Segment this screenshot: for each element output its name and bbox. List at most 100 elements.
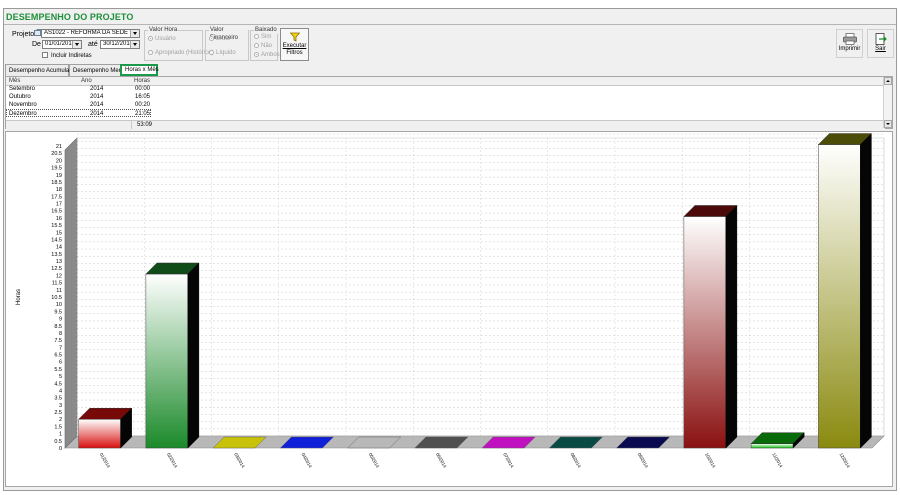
radio-label: Não [261,43,273,49]
bar-11/2014 [750,443,794,449]
x-tick-label: 12/2014 [839,452,852,469]
baixado-title: Baixado [254,26,278,34]
y-tick-label: 8.5 [54,324,62,330]
chevron-down-icon [72,41,81,48]
y-tick-label: 4.5 [54,381,62,387]
y-tick-label: 18.5 [51,180,62,186]
y-tick-label: 5 [59,374,62,380]
y-tick-label: 5.5 [54,367,62,373]
y-tick-label: 20 [56,158,62,164]
radio-label: Líquido [216,50,236,56]
y-tick-label: 2 [59,417,62,423]
baixado-sim-radio[interactable]: Sim [254,34,271,40]
y-tick-label: 13 [56,259,62,265]
grid-scrollbar[interactable] [883,77,892,128]
projeto-select[interactable]: AS1022 - REFORMA DA SEDE [41,29,140,38]
filtros-label: Filtros [286,50,303,56]
column-header-horas[interactable]: Horas [134,77,150,85]
y-tick-label: 16.5 [51,209,62,215]
radio-label: Bruto [216,36,231,42]
grid-footer: 53:09 [6,120,885,129]
valor-financeiro-bruto-radio[interactable]: Bruto [209,36,230,42]
y-tick-label: 10 [56,302,62,308]
cell-horas: 21:05 [134,111,150,117]
y-tick-label: 12 [56,273,62,279]
y-tick-label: 11 [56,288,62,294]
radio-icon [148,36,153,41]
scroll-up-button[interactable] [884,77,892,85]
window-title: DESEMPENHO DO PROJETO [6,12,134,22]
chevron-up-icon [886,80,890,82]
ate-date-value: 30/12/2014 [103,41,134,47]
tab-horas-x-mes[interactable]: Horas x Mês [120,64,159,76]
ate-date-picker[interactable]: 30/12/2014 [100,40,140,49]
cell-mes: Outubro [9,94,31,100]
x-tick-label: 11/2014 [771,452,784,469]
radio-label: Ambos [261,52,280,58]
y-tick-label: 15.5 [51,223,62,229]
x-tick-label: 01/2014 [99,452,112,469]
chevron-down-icon [886,123,890,125]
scroll-down-button[interactable] [884,120,892,128]
de-date-picker[interactable]: 01/01/2014 [42,40,82,49]
baixado-ambos-radio[interactable]: Ambos [254,52,280,58]
valor-hora-apropriado-radio[interactable]: Apropriado (Histórico) [148,50,213,56]
funnel-icon [289,32,300,42]
bar-10/2014 [683,216,727,449]
y-tick-label: 9.5 [54,309,62,315]
x-tick-label: 10/2014 [704,452,717,469]
radio-label: Usuário [155,36,176,42]
cell-mes: Setembro [9,86,36,92]
y-tick-label: 15 [56,230,62,236]
x-tick-label: 06/2014 [435,452,448,469]
x-tick-label: 07/2014 [502,452,515,469]
cell-horas: 16:05 [134,94,150,100]
column-header-mes[interactable]: Mês [9,77,20,85]
y-tick-label: 19.5 [51,166,62,172]
tab-desempenho-mensal[interactable]: Desempenho Mensal [69,64,130,76]
cell-ano: 2014 [90,102,104,108]
cell-ano: 2014 [90,94,104,100]
y-tick-label: 0.5 [54,439,62,445]
imprimir-label: Imprimir [838,46,861,52]
projeto-select-value: AS1022 - REFORMA DA SEDE [44,30,129,36]
sair-button[interactable]: Sair [867,29,894,58]
y-tick-label: 14 [56,245,62,251]
projeto-label: Projeto [12,31,35,38]
valor-hora-usuario-radio[interactable]: Usuário [148,36,176,42]
y-tick-label: 16 [56,216,62,222]
exit-icon [875,33,887,45]
y-tick-label: 20.5 [51,151,62,157]
y-tick-label: 19 [56,173,62,179]
baixado-nao-radio[interactable]: Não [254,43,272,49]
bar-side-02/2014 [187,262,200,449]
y-tick-label: 10.5 [51,295,62,301]
valor-hora-group: Valor Hora Usuário Apropriado (Histórico… [144,26,213,61]
checkbox-box [42,52,48,58]
x-tick-label: 08/2014 [570,452,583,469]
cell-mes: Novembro [9,102,37,108]
y-tick-label: 18 [56,187,62,193]
y-tick-label: 17.5 [51,194,62,200]
y-tick-label: 7.5 [54,338,62,344]
y-tick-label: 14.5 [51,237,62,243]
column-header-ano[interactable]: Ano [81,77,92,85]
incluir-indiretas-checkbox[interactable]: Incluir Indiretas [42,52,92,59]
de-label: De [32,41,41,48]
radio-icon [209,36,214,41]
executar-label: Executar [282,43,307,49]
imprimir-button[interactable]: Imprimir [836,29,863,58]
x-tick-label: 03/2014 [233,452,246,469]
ate-label: até [88,41,98,48]
y-tick-label: 0 [59,446,62,452]
executar-filtros-button[interactable]: Executar Filtros [280,28,309,61]
table-row-selected[interactable]: Dezembro 2014 21:05 [6,109,151,117]
bar-side-12/2014 [860,132,872,449]
valor-financeiro-liquido-radio[interactable]: Líquido [209,50,236,56]
y-tick-label: 6.5 [54,353,62,359]
bar-01/2014 [78,418,121,449]
tab-desempenho-acumulado[interactable]: Desempenho Acumulado [5,64,76,76]
y-tick-label: 21 [56,144,62,150]
y-tick-label: 2.5 [54,410,62,416]
sair-label: Sair [875,46,886,52]
